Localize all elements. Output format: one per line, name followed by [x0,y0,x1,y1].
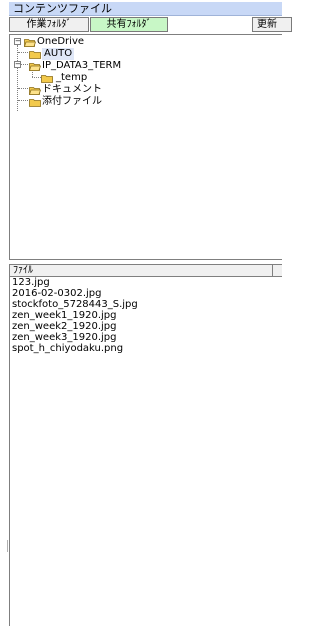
tab-shared-folder[interactable]: 共有ﾌｫﾙﾀﾞ [90,17,168,32]
tree-item-attachments[interactable]: 添付ファイル [42,96,102,108]
list-item[interactable]: stockfoto_5728443_S.jpg [10,299,282,310]
tree-connector [32,77,41,78]
splitter-handle[interactable] [7,540,8,552]
refresh-button[interactable]: 更新 [252,17,292,32]
folder-tree[interactable]: − OneDrive AUTO − IP_DATA3_TERM _temp ドキ… [9,34,282,260]
folder-icon [29,51,41,59]
collapse-icon[interactable]: − [14,38,21,45]
tree-connector [17,45,18,111]
tree-item-ip-data3-term[interactable]: IP_DATA3_TERM [42,60,121,72]
list-item[interactable]: 123.jpg [10,277,282,288]
folder-open-icon [29,87,41,95]
folder-tabs: 作業ﾌｫﾙﾀﾞ 共有ﾌｫﾙﾀﾞ 更新 [9,17,292,33]
tree-item-auto[interactable]: AUTO [42,48,75,60]
tree-item-onedrive[interactable]: OneDrive [37,36,84,48]
panel-title: コンテンツファイル [9,2,282,16]
column-separator[interactable] [272,265,273,276]
list-item[interactable]: zen_week1_1920.jpg [10,310,282,321]
list-item[interactable]: zen_week3_1920.jpg [10,332,282,343]
file-list-header[interactable]: ﾌｧｲﾙ [9,264,282,277]
folder-icon [41,75,53,83]
file-column-header[interactable]: ﾌｧｲﾙ [13,265,33,276]
folder-open-icon [24,39,36,47]
list-item[interactable]: zen_week2_1920.jpg [10,321,282,332]
tree-item-temp[interactable]: _temp [56,72,87,84]
tree-connector [18,100,28,101]
list-item[interactable]: 2016-02-0302.jpg [10,288,282,299]
folder-open-icon [29,63,41,71]
folder-icon [29,99,41,107]
tree-item-documents[interactable]: ドキュメント [42,84,102,96]
tree-connector [18,88,28,89]
collapse-icon[interactable]: − [14,61,21,68]
list-item[interactable]: spot_h_chiyodaku.png [10,343,282,354]
tab-work-folder[interactable]: 作業ﾌｫﾙﾀﾞ [9,17,89,32]
tree-connector [18,52,28,53]
file-list[interactable]: 123.jpg 2016-02-0302.jpg stockfoto_57284… [9,277,282,626]
